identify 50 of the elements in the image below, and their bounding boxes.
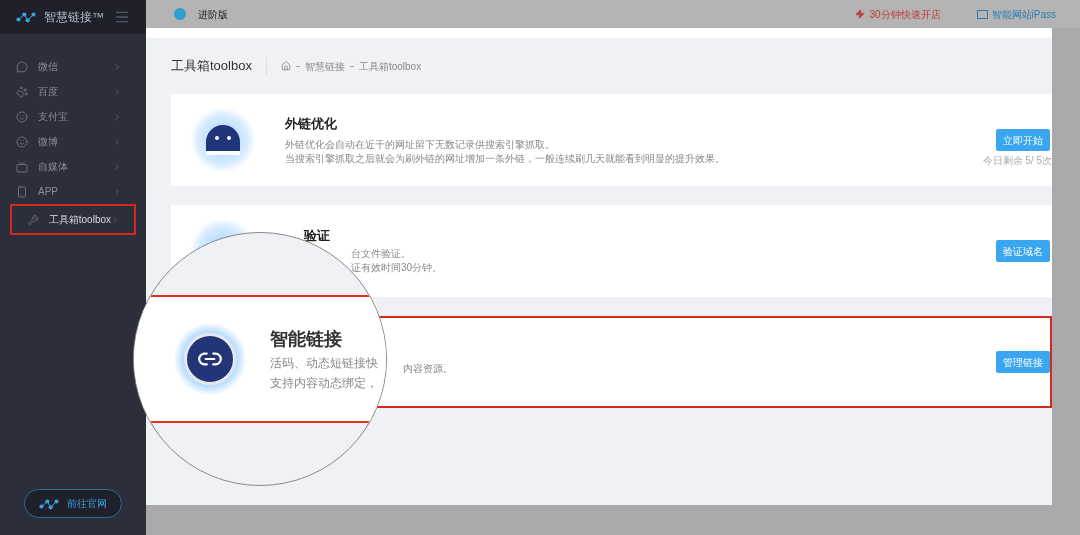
lightning-icon	[855, 9, 866, 19]
chevron-icon	[111, 214, 120, 225]
chevron-icon	[112, 111, 122, 122]
chevron-icon	[112, 161, 122, 172]
home-icon[interactable]	[280, 61, 291, 71]
menu-item-icon	[16, 60, 28, 73]
brand-name: 智慧链接™	[44, 9, 104, 26]
card-description: 台文件验证。	[351, 247, 412, 261]
action-button[interactable]: 管理链接	[996, 351, 1050, 373]
chevron-icon	[112, 186, 122, 197]
remaining-count: 今日剩余 5/ 5次	[982, 154, 1052, 168]
sidebar-item[interactable]: 微博	[0, 129, 136, 154]
action-button[interactable]: 立即开始	[996, 129, 1050, 151]
page-title: 工具箱toolbox	[171, 57, 252, 76]
chevron-icon	[112, 61, 122, 72]
site-link[interactable]: 智能网站iPass	[976, 6, 1056, 22]
magnified-title: 智能链接	[270, 327, 343, 351]
magnified-description: 活码、动态短链接快	[270, 354, 378, 372]
card-description: 外链优化会自动在近千的网址留下无数记录供搜索引擎抓取。	[285, 137, 556, 152]
promo-link[interactable]: 30分钟快速开店	[855, 6, 941, 22]
sidebar-item[interactable]: APP	[0, 179, 136, 204]
logo-icon	[16, 11, 36, 23]
menu-item-icon	[16, 85, 28, 98]
link-icon	[184, 333, 236, 385]
edition-label: 进阶版	[198, 7, 228, 22]
chevron-icon	[112, 136, 122, 147]
menu-item-icon	[16, 160, 28, 173]
card-description: 证有效时间30分钟。	[351, 261, 443, 275]
menu-item-icon	[16, 135, 28, 148]
edition-icon	[174, 8, 186, 20]
sidebar-item[interactable]: 工具箱toolbox	[10, 204, 136, 235]
breadcrumb-item[interactable]: 智慧链接	[304, 58, 345, 74]
magnified-description: 支持内容动态绑定，	[270, 374, 378, 392]
sidebar-item[interactable]: 自媒体	[0, 154, 136, 179]
card-title: 验证	[304, 227, 330, 245]
action-button[interactable]: 验证域名	[996, 240, 1050, 262]
sidebar-item[interactable]: 百度	[0, 79, 136, 104]
breadcrumb-item[interactable]: 工具箱toolbox	[358, 58, 422, 74]
menu-item-icon	[16, 110, 28, 123]
menu-icon[interactable]	[114, 9, 130, 25]
menu-item-icon	[28, 213, 39, 226]
sidebar-item[interactable]: 微信	[0, 54, 136, 79]
card-description: 当搜索引擎抓取之后就会为刷外链的网址增加一条外链，一般连续刷几天就能看到明显的提升效果。	[285, 151, 725, 166]
logo-icon	[39, 497, 59, 510]
chevron-icon	[112, 86, 122, 97]
sidebar-item[interactable]: 支付宝	[0, 104, 136, 129]
card-title: 外链优化	[285, 115, 338, 134]
card-description: 内容资源。	[403, 362, 453, 376]
visit-site-button[interactable]: 前往官网	[24, 489, 122, 518]
menu-item-icon	[16, 185, 28, 198]
